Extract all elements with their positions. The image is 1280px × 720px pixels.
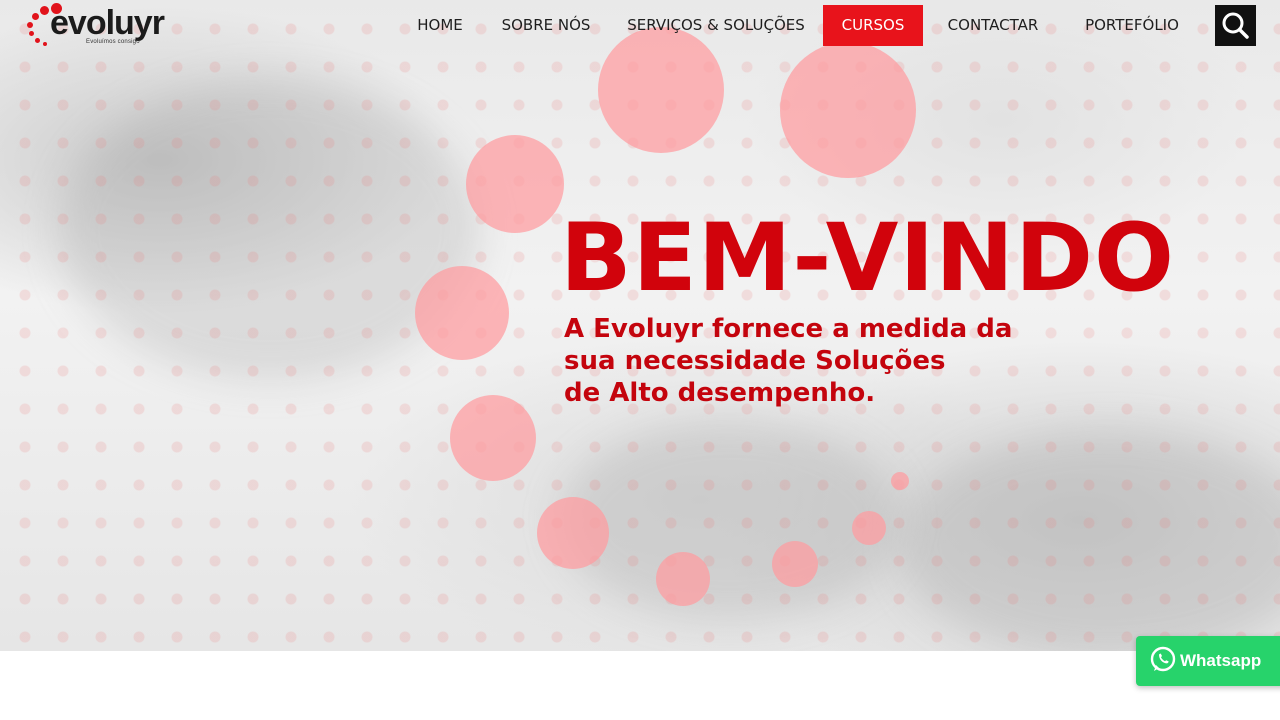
decorative-bubble [537,497,609,569]
brand-logo[interactable]: evoluyr Evoluímos consigo [22,2,192,48]
whatsapp-icon [1150,646,1176,672]
nav-item-contactar[interactable]: CONTACTAR [935,5,1051,46]
whatsapp-label: Whatsapp [1180,651,1262,670]
hero-subtitle-line: sua necessidade Soluções [564,346,946,376]
hero-subtitle-line: de Alto desempenho. [564,378,876,408]
logo-tagline: Evoluímos consigo [86,39,140,45]
nav-item-portefolio[interactable]: PORTEFÓLIO [1068,5,1196,46]
nav-item-home[interactable]: HOME [400,5,480,46]
hero-section: BEM-VINDO A Evoluyr fornece a medida da … [0,0,1280,651]
nav-item-sobre-nos[interactable]: SOBRE NÓS [492,5,600,46]
nav-item-cursos[interactable]: CURSOS [823,5,923,46]
decorative-bubble [415,266,509,360]
whatsapp-button[interactable]: Whatsapp [1136,636,1280,686]
decorative-bubble [450,395,536,481]
decorative-bubble [852,511,886,545]
decorative-bubble [891,472,909,490]
decorative-bubble [656,552,710,606]
hero-subtitle-line: A Evoluyr fornece a medida da [564,314,1013,344]
hero-title: BEM-VINDO [560,204,1175,313]
decorative-bubble [466,135,564,233]
search-icon [1222,12,1249,39]
hero-subtitle: A Evoluyr fornece a medida da sua necess… [564,313,1084,409]
logo-wordmark: evoluyr [50,4,165,42]
nav-item-servicos-solucoes[interactable]: SERVIÇOS & SOLUÇÕES [618,5,814,46]
decorative-bubble [780,42,916,178]
search-button[interactable] [1215,5,1256,46]
decorative-bubble [772,541,818,587]
